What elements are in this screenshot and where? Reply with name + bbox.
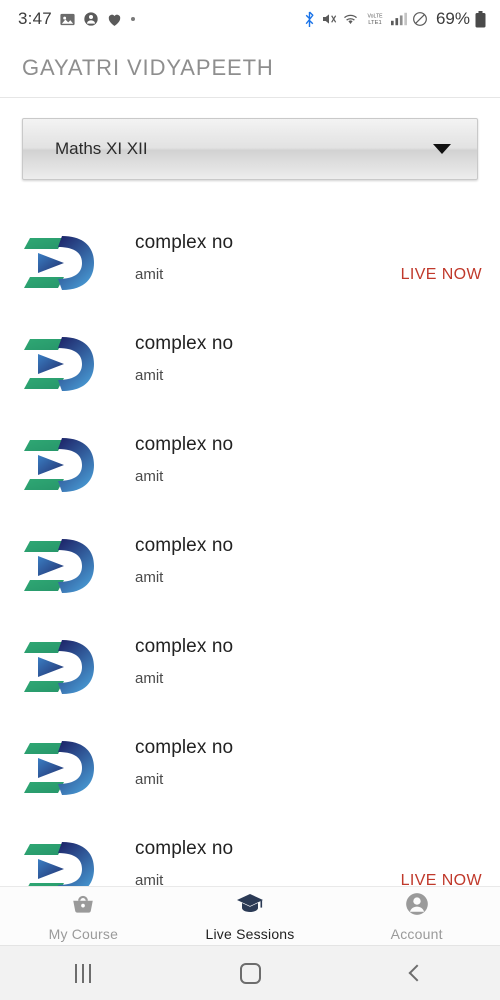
session-instructor: amit bbox=[135, 670, 164, 687]
account-circle-icon bbox=[404, 891, 430, 922]
session-title: complex no bbox=[135, 636, 234, 657]
bottom-nav-tab-my-course[interactable]: My Course bbox=[0, 887, 167, 945]
bottom-nav-tab-label: Account bbox=[390, 925, 443, 942]
recents-icon bbox=[75, 963, 92, 983]
bottom-nav-tab-label: Live Sessions bbox=[205, 925, 295, 942]
session-instructor: amit bbox=[135, 367, 164, 384]
svg-text:LTE1: LTE1 bbox=[368, 20, 382, 26]
brand-logo-icon bbox=[24, 236, 94, 290]
heart-icon bbox=[106, 11, 123, 28]
session-instructor: amit bbox=[135, 266, 164, 283]
brand-logo-icon bbox=[24, 438, 94, 492]
signal-icon bbox=[390, 12, 407, 26]
session-logo bbox=[24, 535, 96, 597]
volte-icon: VoLTE LTE1 bbox=[364, 11, 386, 27]
session-logo bbox=[24, 333, 96, 395]
session-logo bbox=[24, 232, 96, 294]
session-instructor: amit bbox=[135, 872, 164, 886]
battery-percent-label: 69% bbox=[435, 9, 470, 28]
svg-text:VoLTE: VoLTE bbox=[367, 14, 383, 20]
live-sessions-list[interactable]: complex no amit LIVE NOW complex no amit comp… bbox=[0, 212, 500, 886]
bottom-nav-tab-label: My Course bbox=[48, 925, 119, 942]
session-list-item[interactable]: complex no amit bbox=[0, 313, 500, 414]
basket-icon bbox=[70, 891, 96, 922]
status-bar-right: VoLTE LTE1 69% bbox=[303, 9, 486, 29]
chevron-down-icon bbox=[433, 144, 451, 154]
home-button[interactable] bbox=[167, 962, 334, 984]
dot-icon bbox=[130, 16, 136, 22]
brand-logo-icon bbox=[24, 337, 94, 391]
session-title: complex no bbox=[135, 333, 234, 354]
mute-icon bbox=[321, 11, 337, 27]
wifi-icon bbox=[342, 12, 359, 26]
session-logo bbox=[24, 737, 96, 799]
session-logo bbox=[24, 434, 96, 496]
status-bar-clock: 3:47 bbox=[18, 9, 52, 28]
bottom-navigation: My Course Live Sessions Account bbox=[0, 886, 500, 945]
session-title: complex no bbox=[135, 434, 234, 455]
contact-icon bbox=[83, 11, 99, 27]
app-root: 3:47 VoLTE LTE1 69% GAYATRI VIDYAPEETH M… bbox=[0, 0, 500, 1000]
graduation-cap-icon bbox=[236, 891, 264, 922]
live-status-badge: LIVE NOW bbox=[400, 266, 482, 283]
session-list-item[interactable]: complex no amit LIVE NOW bbox=[0, 818, 500, 886]
battery-icon bbox=[475, 10, 486, 28]
bottom-nav-tab-account[interactable]: Account bbox=[333, 887, 500, 945]
session-list-item[interactable]: complex no amit bbox=[0, 616, 500, 717]
status-bar: 3:47 VoLTE LTE1 69% bbox=[0, 0, 500, 38]
session-list-item[interactable]: complex no amit LIVE NOW bbox=[0, 212, 500, 313]
course-selector-value: Maths XI XII bbox=[55, 139, 148, 158]
session-list-item[interactable]: complex no amit bbox=[0, 515, 500, 616]
brand-logo-icon bbox=[24, 741, 94, 795]
brand-logo-icon bbox=[24, 539, 94, 593]
course-selector-dropdown[interactable]: Maths XI XII bbox=[22, 118, 478, 180]
course-selector-wrapper: Maths XI XII bbox=[22, 118, 478, 180]
image-icon bbox=[59, 11, 76, 28]
session-instructor: amit bbox=[135, 771, 164, 788]
bottom-nav-tab-live-sessions[interactable]: Live Sessions bbox=[167, 887, 334, 945]
recents-button[interactable] bbox=[0, 963, 167, 983]
home-icon bbox=[239, 962, 261, 984]
back-icon bbox=[408, 964, 426, 982]
session-list-item[interactable]: complex no amit bbox=[0, 414, 500, 515]
brand-logo-icon bbox=[24, 640, 94, 694]
system-navigation-bar bbox=[0, 945, 500, 1000]
bluetooth-icon bbox=[303, 10, 316, 28]
session-title: complex no bbox=[135, 232, 234, 253]
session-title: complex no bbox=[135, 737, 234, 758]
session-instructor: amit bbox=[135, 569, 164, 586]
session-list-item[interactable]: complex no amit bbox=[0, 717, 500, 818]
session-title: complex no bbox=[135, 838, 234, 859]
status-bar-left: 3:47 bbox=[18, 9, 136, 29]
do-not-disturb-icon bbox=[412, 11, 428, 27]
session-instructor: amit bbox=[135, 468, 164, 485]
session-logo bbox=[24, 838, 96, 886]
live-status-badge: LIVE NOW bbox=[400, 872, 482, 886]
page-title: GAYATRI VIDYAPEETH bbox=[22, 54, 274, 80]
back-button[interactable] bbox=[333, 964, 500, 982]
session-logo bbox=[24, 636, 96, 698]
session-title: complex no bbox=[135, 535, 234, 556]
app-header: GAYATRI VIDYAPEETH bbox=[0, 38, 500, 98]
brand-logo-icon bbox=[24, 842, 94, 886]
